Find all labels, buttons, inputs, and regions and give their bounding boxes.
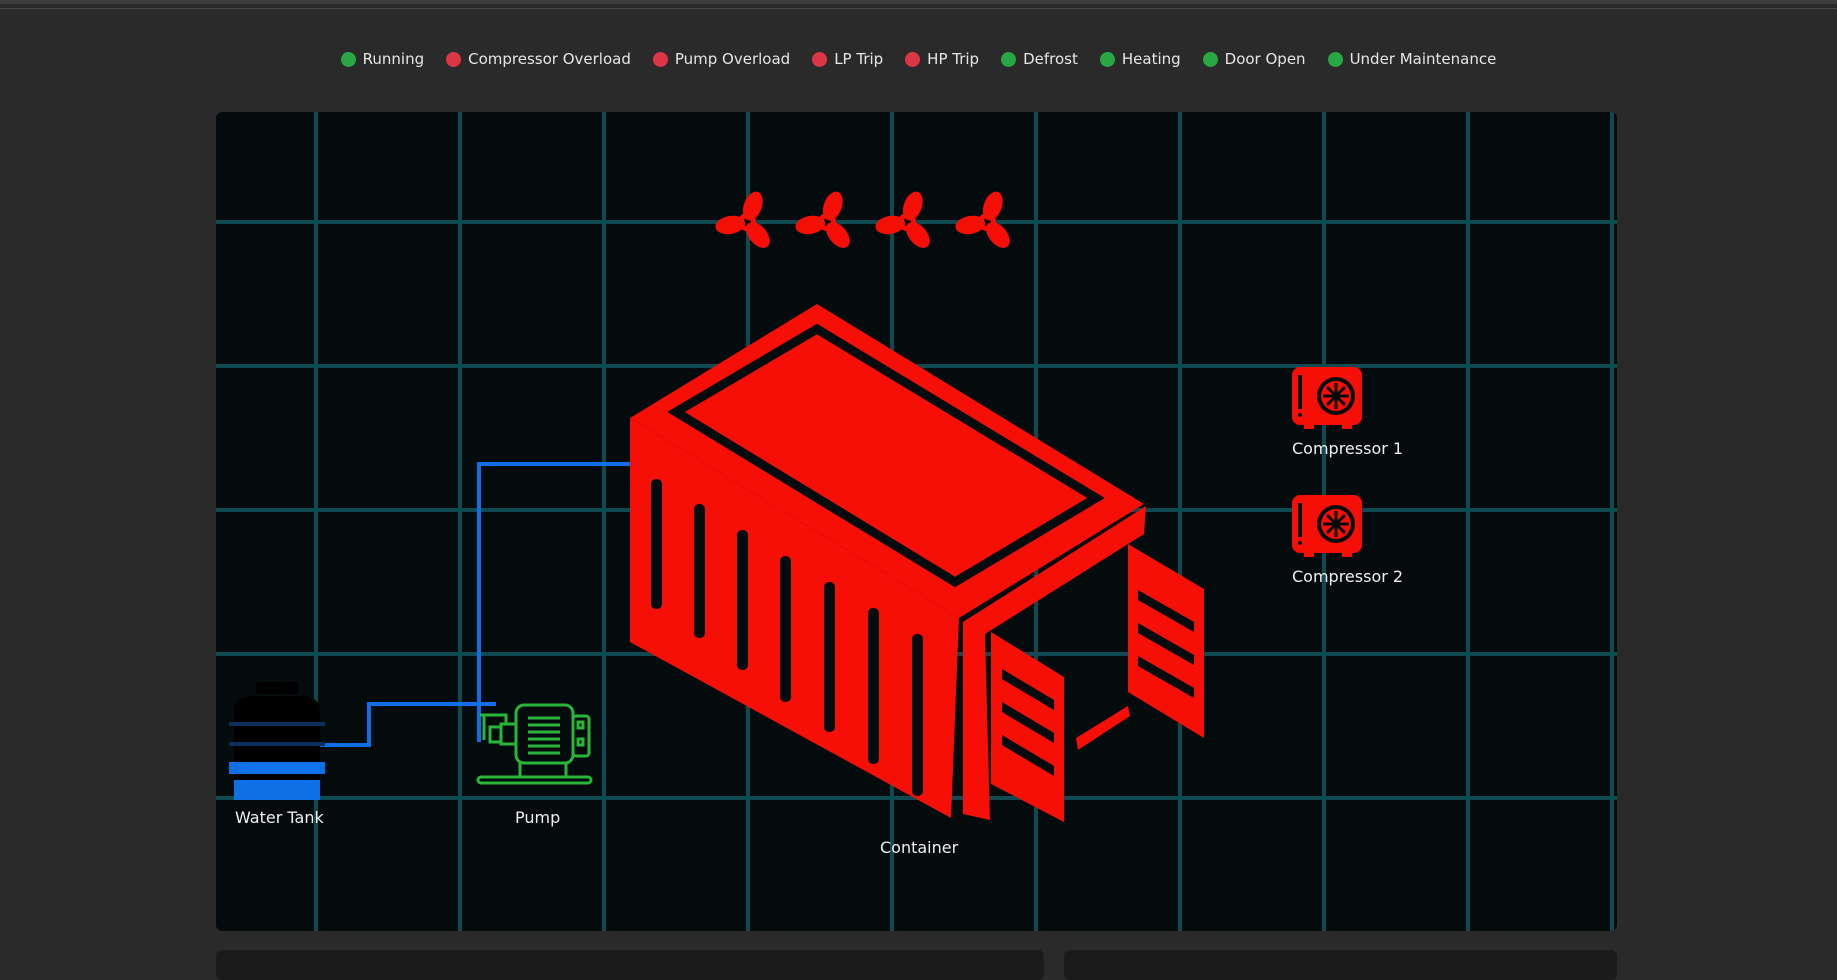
- legend-label: Pump Overload: [674, 50, 791, 68]
- status-dot-icon: [905, 51, 921, 67]
- bottom-panel-right: [1064, 950, 1617, 980]
- legend-item-running[interactable]: Running: [340, 50, 425, 68]
- status-dot-icon: [1001, 51, 1017, 67]
- status-dot-icon: [1099, 51, 1115, 67]
- compressor-1-label: Compressor 1: [1292, 439, 1404, 458]
- status-legend: Running Compressor Overload Pump Overloa…: [0, 50, 1837, 68]
- status-dot-icon: [340, 51, 356, 67]
- legend-label: Defrost: [1023, 50, 1078, 68]
- container-label: Container: [880, 838, 959, 857]
- status-dot-icon: [652, 51, 668, 67]
- container-icon[interactable]: [630, 304, 1204, 822]
- legend-label: Running: [362, 50, 425, 68]
- compressor-2-icon[interactable]: [1292, 495, 1362, 557]
- top-border: [0, 0, 1837, 4]
- status-dot-icon: [812, 51, 828, 67]
- pump-icon[interactable]: [476, 703, 593, 785]
- legend-label: Compressor Overload: [468, 50, 631, 68]
- pump-label: Pump: [515, 808, 561, 827]
- legend-label: HP Trip: [927, 50, 980, 68]
- legend-label: Under Maintenance: [1349, 50, 1497, 68]
- legend-label: Heating: [1121, 50, 1181, 68]
- legend-item-under-maintenance[interactable]: Under Maintenance: [1327, 50, 1497, 68]
- top-divider: [0, 8, 1837, 9]
- legend-item-compressor-overload[interactable]: Compressor Overload: [446, 50, 631, 68]
- compressor-1-icon[interactable]: [1292, 367, 1362, 429]
- status-dot-icon: [1202, 51, 1218, 67]
- water-pipes: [316, 462, 632, 747]
- plant-diagram-panel: Water Tank Pump Container Compressor 1 C…: [216, 112, 1617, 931]
- legend-item-door-open[interactable]: Door Open: [1202, 50, 1306, 68]
- legend-item-hp-trip[interactable]: HP Trip: [905, 50, 979, 68]
- bottom-panel-left: [216, 950, 1044, 980]
- plant-diagram: [216, 112, 1617, 931]
- water-tank-icon[interactable]: [229, 682, 325, 800]
- status-dot-icon: [1327, 51, 1343, 67]
- legend-item-pump-overload[interactable]: Pump Overload: [652, 50, 791, 68]
- legend-label: Door Open: [1224, 50, 1306, 68]
- legend-label: LP Trip: [834, 50, 884, 68]
- compressor-2-label: Compressor 2: [1292, 567, 1404, 586]
- water-tank-label: Water Tank: [235, 808, 324, 827]
- legend-item-heating[interactable]: Heating: [1099, 50, 1181, 68]
- legend-item-defrost[interactable]: Defrost: [1001, 50, 1078, 68]
- legend-item-lp-trip[interactable]: LP Trip: [812, 50, 883, 68]
- status-dot-icon: [446, 51, 462, 67]
